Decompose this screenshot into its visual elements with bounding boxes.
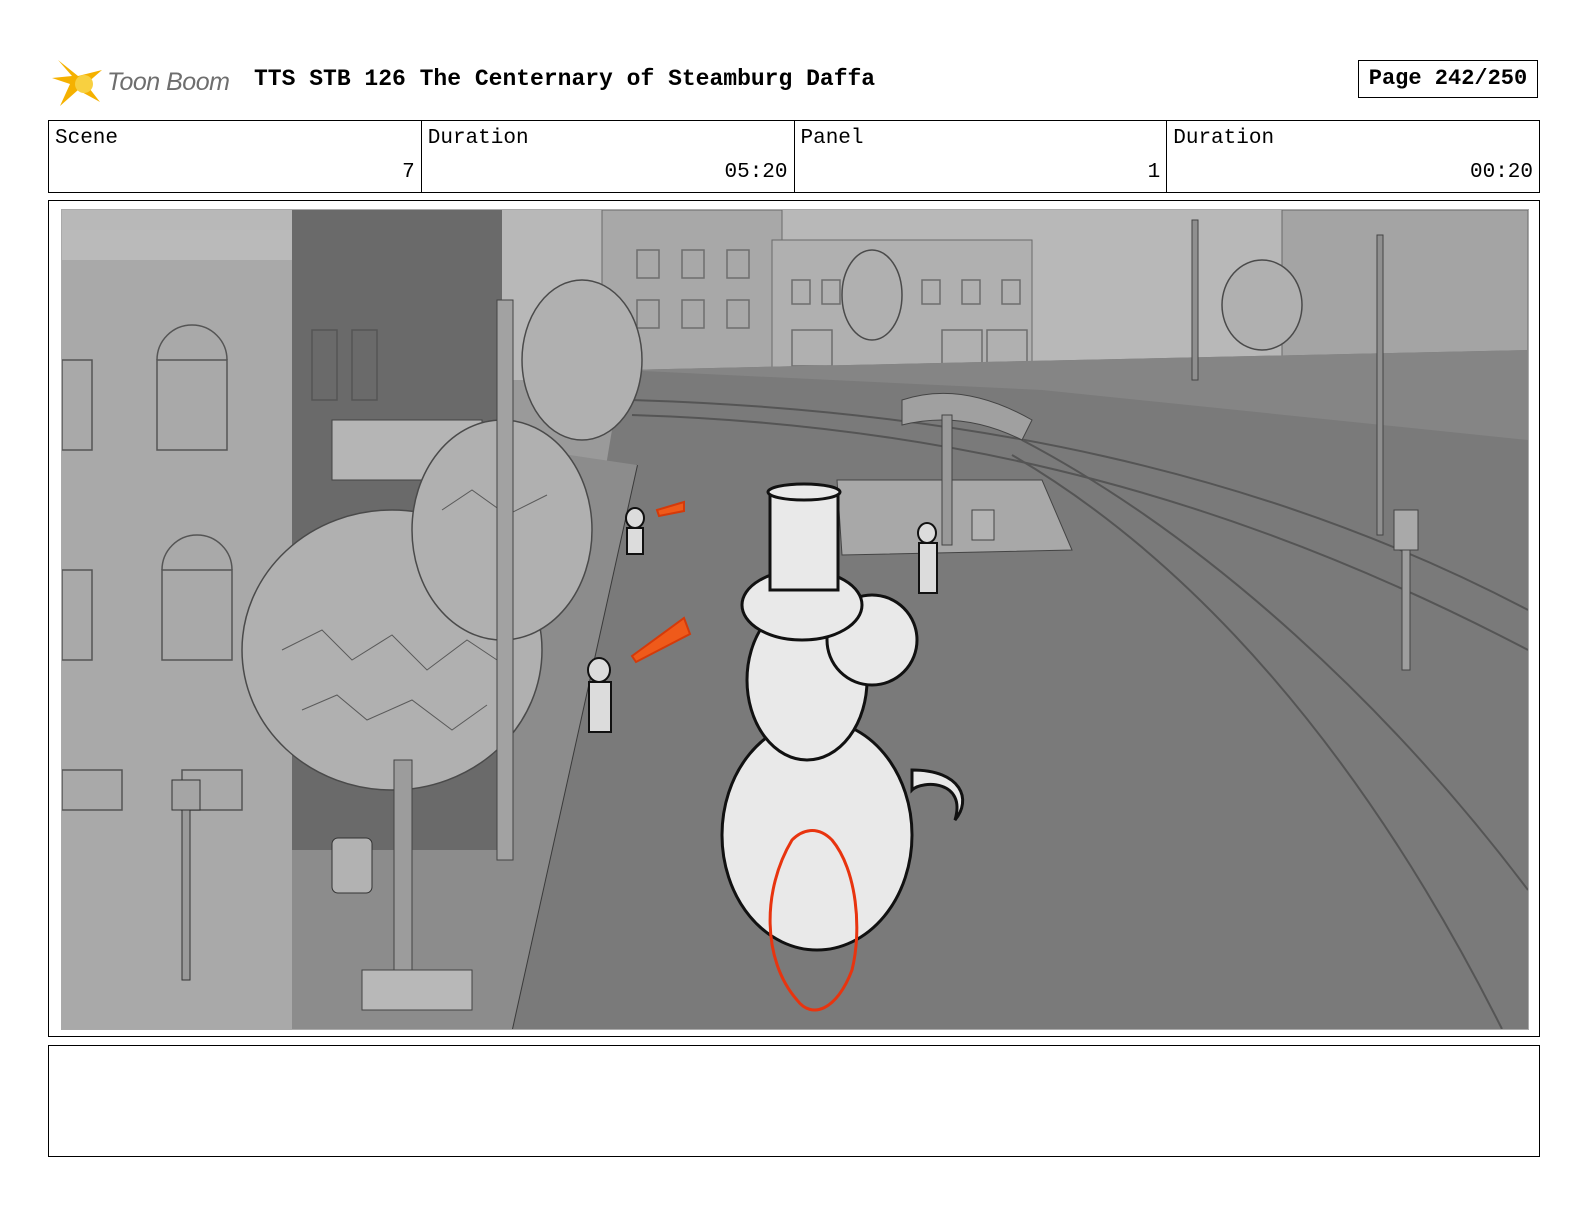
page-number: Page 242/250	[1358, 60, 1538, 98]
scene-cell: Scene 7	[49, 121, 422, 192]
logo-text: Toon Boom	[107, 68, 230, 96]
scene-duration-cell: Duration 05:20	[422, 121, 795, 192]
street-scene-illustration	[62, 210, 1528, 1029]
scene-label: Scene	[55, 127, 119, 150]
panel-frame	[48, 200, 1540, 1037]
page-header: Toon Boom TTS STB 126 The Centernary of …	[48, 52, 1538, 110]
panel-duration-value: 00:20	[1469, 161, 1533, 184]
document-title: TTS STB 126 The Centernary of Steamburg …	[254, 66, 876, 92]
panel-label: Panel	[800, 127, 864, 150]
panel-duration-cell: Duration 00:20	[1167, 121, 1539, 192]
panel-cell: Panel 1	[795, 121, 1168, 192]
scene-value: 7	[402, 161, 415, 184]
panel-value: 1	[1147, 161, 1161, 184]
scene-info-row: Scene 7 Duration 05:20 Panel 1 Duration …	[48, 120, 1540, 193]
panel-notes	[48, 1045, 1540, 1157]
panel-image	[61, 209, 1529, 1030]
toon-boom-logo: Toon Boom	[52, 56, 252, 110]
panel-duration-label: Duration	[1173, 127, 1275, 150]
scene-duration-label: Duration	[427, 127, 529, 150]
starburst-icon	[52, 60, 102, 106]
scene-duration-value: 05:20	[724, 161, 788, 184]
